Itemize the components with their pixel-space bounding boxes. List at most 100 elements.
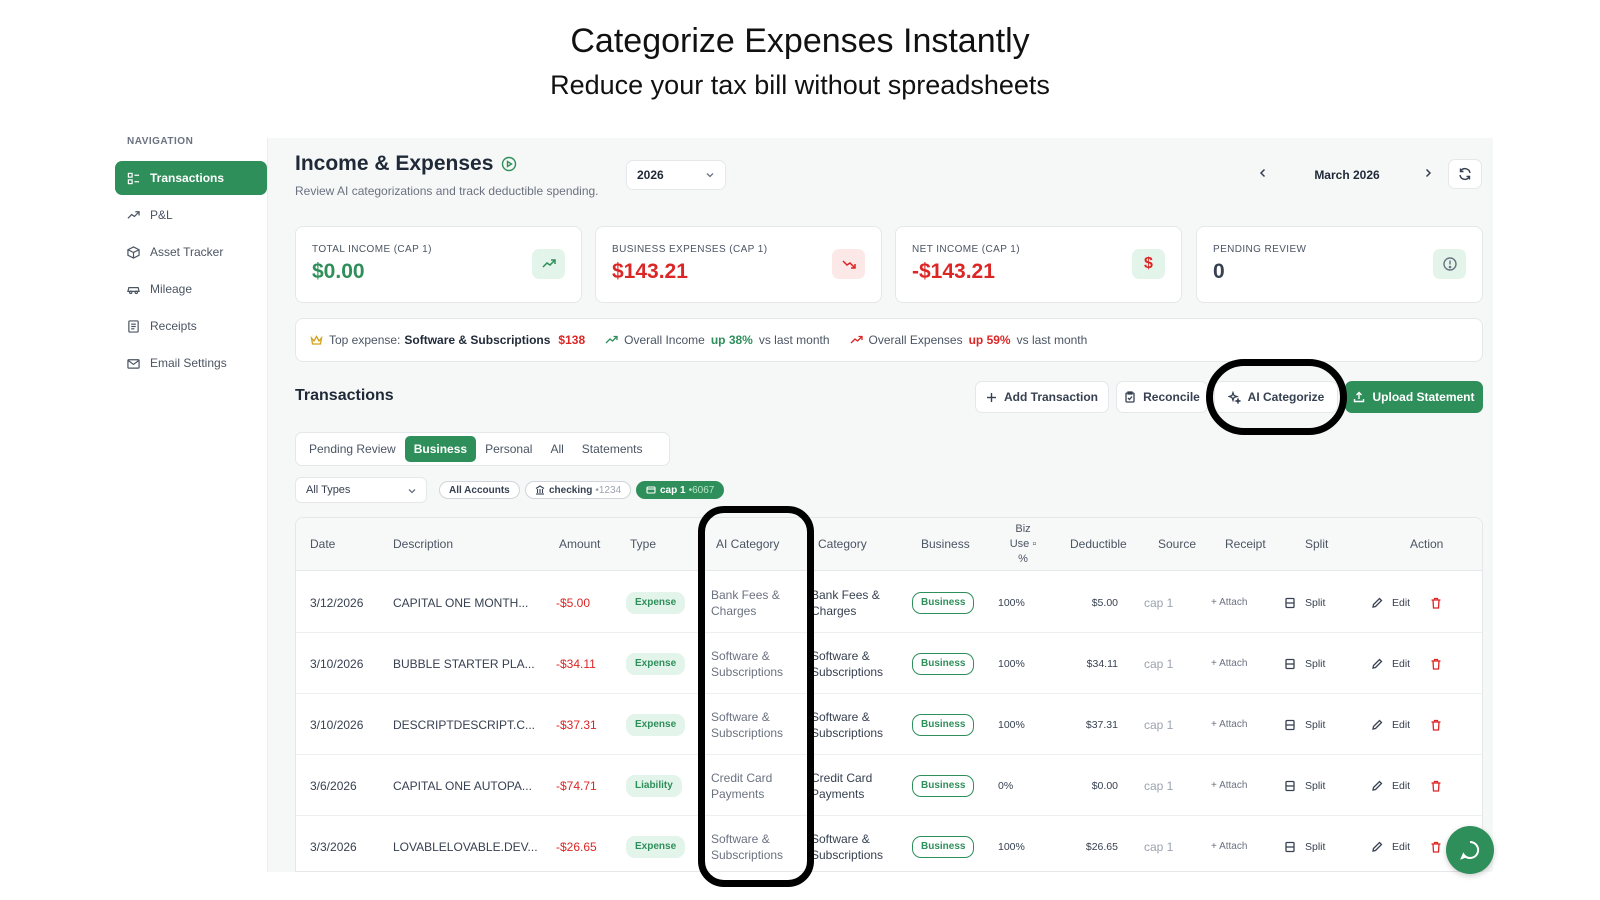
- prev-month-button[interactable]: [1257, 166, 1269, 182]
- delete-button[interactable]: [1430, 694, 1451, 755]
- table-row[interactable]: 3/12/2026 CAPITAL ONE MONTH... -$5.00 Expen…: [296, 572, 1482, 633]
- col-amount[interactable]: Amount: [559, 518, 600, 571]
- chevron-left-icon: [1259, 168, 1266, 178]
- split-button[interactable]: Split: [1284, 755, 1325, 816]
- cell-business: Business: [912, 755, 975, 816]
- sidebar-item-mileage[interactable]: Mileage: [115, 272, 267, 306]
- mail-icon: [126, 356, 140, 370]
- plus-icon: [986, 392, 996, 402]
- col-deductible[interactable]: Deductible: [1070, 518, 1127, 571]
- split-button[interactable]: Split: [1284, 816, 1325, 871]
- stat-label: BUSINESS EXPENSES (CAP 1): [612, 244, 768, 255]
- edit-button[interactable]: Edit: [1371, 633, 1410, 694]
- split-button[interactable]: Split: [1284, 694, 1325, 755]
- cell-business: Business: [912, 816, 975, 871]
- split-button[interactable]: Split: [1284, 633, 1325, 694]
- reconcile-label: Reconcile: [1143, 390, 1200, 404]
- delete-button[interactable]: [1430, 755, 1451, 816]
- tab-personal[interactable]: Personal: [476, 436, 541, 462]
- col-biz-use[interactable]: Biz Use ▫ %: [1008, 518, 1038, 571]
- stat-card-net-income: NET INCOME (CAP 1) -$143.21 $: [895, 226, 1182, 303]
- tab-business[interactable]: Business: [404, 436, 477, 462]
- attach-button[interactable]: + Attach: [1211, 816, 1247, 871]
- next-month-button[interactable]: [1422, 166, 1434, 182]
- table-row[interactable]: 3/10/2026 DESCRIPTDESCRIPT.C... -$37.31 Exp…: [296, 694, 1482, 755]
- top-expense-label: Top expense:: [329, 333, 401, 347]
- pencil-icon: [1372, 780, 1383, 791]
- attach-button[interactable]: + Attach: [1211, 572, 1247, 633]
- col-business[interactable]: Business: [921, 518, 970, 571]
- col-description[interactable]: Description: [393, 518, 453, 571]
- cell-business: Business: [912, 633, 975, 694]
- top-expense-insight: Top expense: Software & Subscriptions $1…: [310, 333, 585, 347]
- col-source[interactable]: Source: [1158, 518, 1196, 571]
- sidebar-item-email-settings[interactable]: Email Settings: [115, 346, 267, 380]
- chip-cap1[interactable]: cap 1 •6067: [636, 481, 725, 499]
- cell-deductible: $5.00: [1091, 596, 1118, 609]
- attach-button[interactable]: + Attach: [1211, 633, 1247, 694]
- attach-button[interactable]: + Attach: [1211, 755, 1247, 816]
- edit-button[interactable]: Edit: [1371, 816, 1410, 871]
- income-suffix: vs last month: [758, 333, 830, 347]
- delete-button[interactable]: [1430, 633, 1451, 694]
- stat-value: $0.00: [312, 260, 365, 283]
- year-select-value: 2026: [637, 168, 664, 182]
- cell-category: Software & Subscriptions: [811, 648, 884, 679]
- tab-all[interactable]: All: [541, 436, 572, 462]
- edit-button[interactable]: Edit: [1371, 694, 1410, 755]
- table-row[interactable]: 3/10/2026 BUBBLE STARTER PLA... -$34.11 Exp…: [296, 633, 1482, 694]
- tab-statements[interactable]: Statements: [573, 436, 652, 462]
- year-select[interactable]: 2026: [626, 160, 726, 190]
- stat-label: NET INCOME (CAP 1): [912, 244, 1020, 255]
- transactions-table: Date Description Amount Type AI Category…: [295, 517, 1483, 872]
- chat-button[interactable]: [1446, 826, 1494, 874]
- trend-up-icon: [605, 335, 618, 343]
- sidebar-item-transactions[interactable]: Transactions: [115, 161, 267, 195]
- attach-button[interactable]: + Attach: [1211, 694, 1247, 755]
- trash-icon: [1431, 658, 1441, 670]
- sidebar-item-asset-tracker[interactable]: Asset Tracker: [115, 235, 267, 269]
- col-category[interactable]: Category: [818, 518, 867, 571]
- edit-button[interactable]: Edit: [1371, 572, 1410, 633]
- chevron-right-icon: [1425, 168, 1432, 178]
- cell-biz-use: 100%: [998, 657, 1025, 670]
- col-date[interactable]: Date: [310, 518, 335, 571]
- refresh-button[interactable]: [1448, 159, 1482, 189]
- stat-label: PENDING REVIEW: [1213, 244, 1307, 255]
- trash-icon: [1431, 719, 1441, 731]
- delete-button[interactable]: [1430, 572, 1451, 633]
- tab-pending-review[interactable]: Pending Review: [300, 436, 405, 462]
- upload-statement-button[interactable]: Upload Statement: [1345, 381, 1483, 413]
- table-row[interactable]: 3/6/2026 CAPITAL ONE AUTOPA... -$74.71 Liab…: [296, 755, 1482, 816]
- table-header: Date Description Amount Type AI Category…: [296, 518, 1482, 571]
- chevron-down-icon: [408, 489, 416, 494]
- col-receipt[interactable]: Receipt: [1225, 518, 1266, 571]
- col-type[interactable]: Type: [630, 518, 656, 571]
- cell-category: Credit Card Payments: [811, 770, 873, 801]
- chip-all-accounts[interactable]: All Accounts: [439, 481, 520, 499]
- col-split[interactable]: Split: [1305, 518, 1328, 571]
- sidebar-item-label: Receipts: [150, 319, 197, 333]
- edit-button[interactable]: Edit: [1371, 755, 1410, 816]
- table-row[interactable]: 3/3/2026 LOVABLELOVABLE.DEV... -$26.65 Expe…: [296, 816, 1482, 871]
- trend-up-icon: [532, 249, 565, 279]
- sidebar-item-pl[interactable]: P&L: [115, 198, 267, 232]
- cell-deductible: $0.00: [1091, 779, 1118, 792]
- stat-value: $143.21: [612, 260, 688, 283]
- cell-business: Business: [912, 694, 975, 755]
- chip-checking[interactable]: checking •1234: [525, 481, 632, 499]
- split-button[interactable]: Split: [1284, 572, 1325, 633]
- sidebar-item-receipts[interactable]: Receipts: [115, 309, 267, 343]
- trend-down-icon: [832, 249, 865, 279]
- add-transaction-button[interactable]: Add Transaction: [975, 381, 1109, 413]
- split-label: Split: [1305, 779, 1326, 792]
- cell-source: cap 1: [1144, 595, 1174, 610]
- type-filter-select[interactable]: All Types: [295, 477, 427, 503]
- play-icon[interactable]: [501, 156, 517, 172]
- stat-value: -$143.21: [912, 260, 995, 283]
- highlight-circle-ai-categorize: [1206, 359, 1347, 435]
- cell-type: Expense: [626, 572, 686, 633]
- reconcile-button[interactable]: Reconcile: [1116, 381, 1208, 413]
- col-action[interactable]: Action: [1410, 518, 1443, 571]
- cell-description: CAPITAL ONE AUTOPA...: [393, 778, 532, 793]
